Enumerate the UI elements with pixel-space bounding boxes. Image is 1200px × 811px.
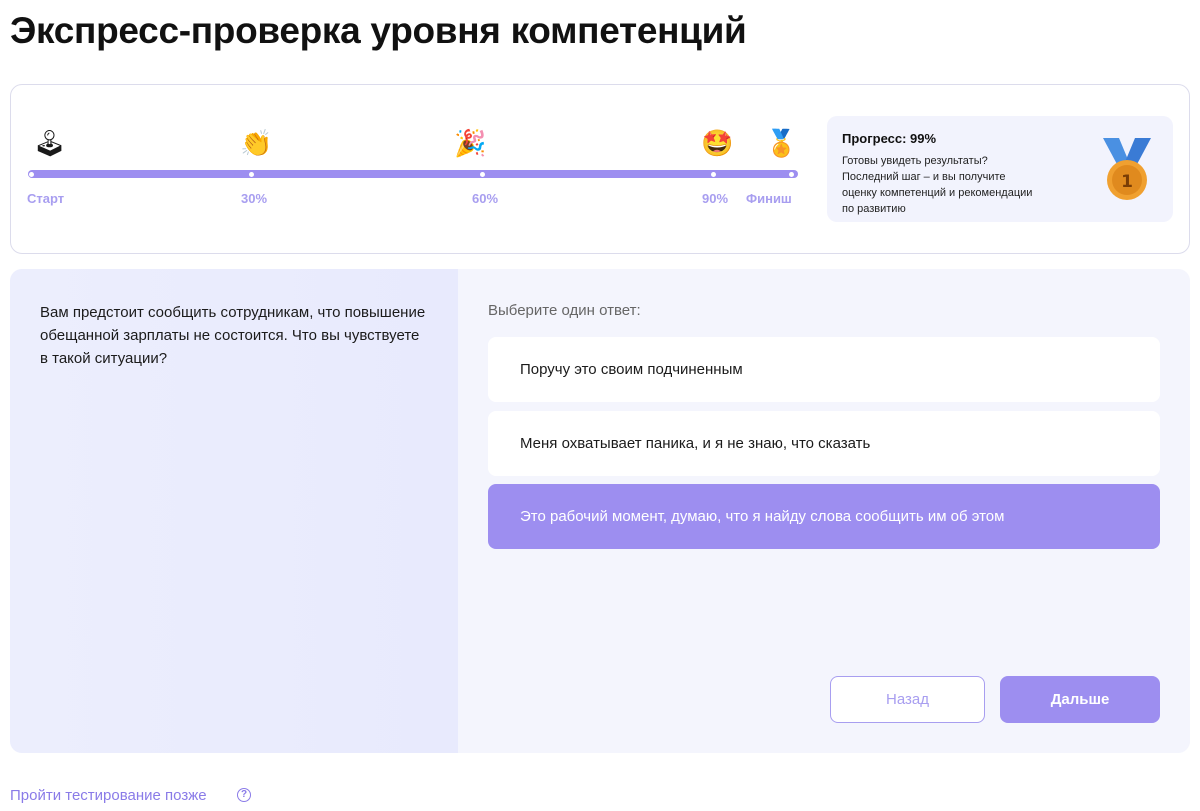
progress-card: 🕹 👏 🎉 🤩 🏅 Старт 30% 60% 90% Финиш Прогре… [10, 84, 1190, 254]
help-icon[interactable]: ? [237, 788, 251, 802]
milestone-label-30: 30% [241, 191, 268, 206]
answer-option-selected[interactable]: Это рабочий момент, думаю, что я найду с… [488, 484, 1160, 549]
party-horn-icon: 🎉 [454, 129, 487, 159]
milestone-label-start: Старт [27, 191, 65, 206]
answer-option[interactable]: Поручу это своим подчиненным [488, 337, 1160, 402]
track-dot [711, 172, 716, 177]
clapping-hands-icon: 👏 [240, 129, 273, 159]
progress-info-box: Прогресс: 99% Готовы увидеть результаты?… [827, 116, 1173, 222]
answers-panel: Выберите один ответ: Поручу это своим по… [458, 269, 1190, 753]
progress-description: Готовы увидеть результаты? Последний шаг… [842, 155, 1033, 215]
question-text: Вам предстоит сообщить сотрудникам, что … [40, 304, 426, 367]
page-title: Экспресс-проверка уровня компетенций [10, 10, 747, 51]
quiz-panel: Вам предстоит сообщить сотрудникам, что … [10, 269, 1190, 753]
gold-medal-icon: 1 [1103, 138, 1151, 200]
milestone-label-finish: Финиш [746, 191, 792, 206]
joystick-icon: 🕹 [33, 129, 67, 159]
answer-prompt: Выберите один ответ: [488, 302, 641, 319]
back-button[interactable]: Назад [830, 676, 985, 723]
answer-option[interactable]: Меня охватывает паника, и я не знаю, что… [488, 411, 1160, 476]
track-dot [789, 172, 794, 177]
question-panel: Вам предстоит сообщить сотрудникам, что … [10, 269, 458, 753]
track-dot [29, 172, 34, 177]
next-button[interactable]: Дальше [1000, 676, 1160, 723]
progress-title: Прогресс: 99% [842, 131, 937, 146]
take-test-later-link[interactable]: Пройти тестирование позже [10, 787, 207, 804]
milestone-label-60: 60% [472, 191, 499, 206]
track-dot [249, 172, 254, 177]
star-struck-icon: 🤩 [701, 129, 734, 159]
milestone-label-90: 90% [702, 191, 729, 206]
track-dot [480, 172, 485, 177]
medal-icon: 🏅 [765, 129, 798, 159]
progress-track [28, 170, 798, 178]
svg-text:1: 1 [1121, 172, 1133, 192]
